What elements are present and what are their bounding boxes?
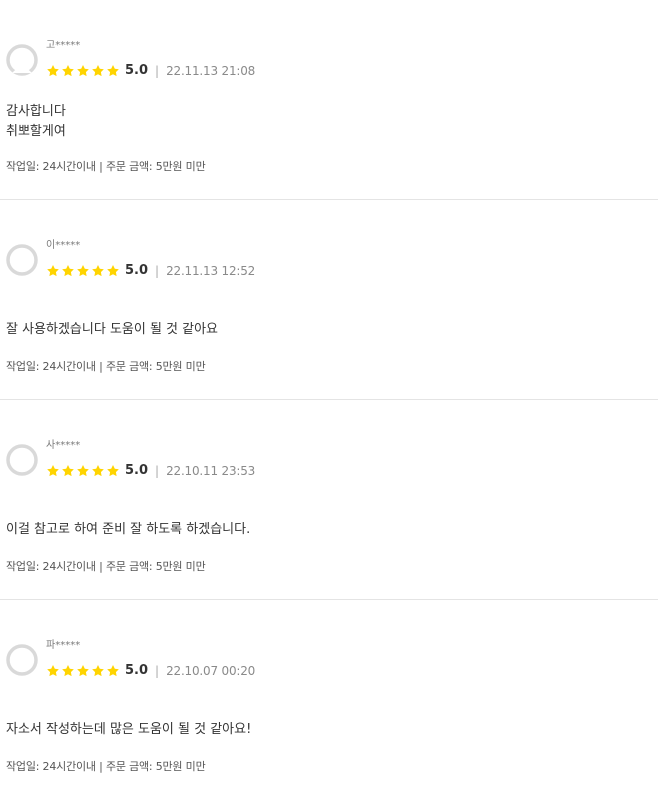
star-icon: [77, 465, 89, 477]
review-meta: 작업일: 24시간이내 | 주문 금액: 5만원 미만: [6, 560, 206, 573]
separator: |: [155, 264, 160, 278]
star-icon: [92, 665, 104, 677]
reviewer-name: 사*****: [46, 440, 81, 451]
review-meta: 작업일: 24시간이내 | 주문 금액: 5만원 미만: [6, 160, 206, 173]
star-icon: [92, 65, 104, 77]
review-text-line: 잘 사용하겠습니다 도움이 될 것 같아요: [6, 322, 219, 337]
review-date: 22.10.11 23:53: [166, 464, 256, 478]
default-avatar-icon[interactable]: [6, 444, 38, 476]
star-icon: [107, 65, 119, 77]
review-text: 자소서 작성하는데 많은 도움이 될 것 같아요!: [6, 720, 251, 740]
star-rating: [46, 64, 120, 78]
star-icon: [92, 465, 104, 477]
default-avatar-icon[interactable]: [6, 44, 38, 76]
star-icon: [107, 465, 119, 477]
rating-row: 5.0 | 22.10.11 23:53: [46, 463, 255, 479]
rating-score: 5.0: [125, 463, 149, 478]
star-icon: [62, 65, 74, 77]
review-header: 파***** 5.0 | 22.10.07 00:20: [46, 640, 255, 679]
default-avatar-icon[interactable]: [6, 244, 38, 276]
star-rating: [46, 464, 120, 478]
review-header: 사***** 5.0 | 22.10.11 23:53: [46, 440, 255, 479]
star-icon: [47, 465, 59, 477]
star-icon: [62, 465, 74, 477]
star-icon: [47, 265, 59, 277]
review-text: 잘 사용하겠습니다 도움이 될 것 같아요: [6, 320, 218, 340]
review-text: 감사합니다 취뽀할게여: [6, 102, 66, 142]
review-text-line: 취뽀할게여: [6, 124, 66, 139]
review-header: 이***** 5.0 | 22.11.13 12:52: [46, 240, 255, 279]
review-item: 고***** 5.0 | 22.11.13 21:08 감사합니다 취뽀할게여 …: [0, 0, 658, 200]
review-meta: 작업일: 24시간이내 | 주문 금액: 5만원 미만: [6, 360, 206, 373]
rating-row: 5.0 | 22.11.13 21:08: [46, 63, 255, 79]
reviewer-name: 이*****: [46, 240, 81, 251]
review-item: 사***** 5.0 | 22.10.11 23:53 이걸 참고로 하여 준비…: [0, 400, 658, 600]
review-text-line: 이걸 참고로 하여 준비 잘 하도록 하겠습니다.: [6, 522, 251, 537]
star-icon: [92, 265, 104, 277]
star-icon: [77, 665, 89, 677]
star-icon: [47, 665, 59, 677]
review-meta: 작업일: 24시간이내 | 주문 금액: 5만원 미만: [6, 760, 206, 773]
review-date: 22.11.13 21:08: [166, 64, 256, 78]
rating-score: 5.0: [125, 663, 149, 678]
review-text-line: 자소서 작성하는데 많은 도움이 될 것 같아요!: [6, 722, 252, 737]
star-icon: [77, 65, 89, 77]
rating-row: 5.0 | 22.11.13 12:52: [46, 263, 255, 279]
review-text-line: 감사합니다: [6, 104, 66, 119]
separator: |: [155, 64, 160, 78]
separator: |: [155, 664, 160, 678]
reviewer-name: 파*****: [46, 640, 81, 651]
star-icon: [62, 665, 74, 677]
reviewer-name: 고*****: [46, 40, 81, 51]
rating-score: 5.0: [125, 63, 149, 78]
star-icon: [47, 65, 59, 77]
star-icon: [107, 265, 119, 277]
rating-score: 5.0: [125, 263, 149, 278]
review-text: 이걸 참고로 하여 준비 잘 하도록 하겠습니다.: [6, 520, 250, 540]
review-date: 22.10.07 00:20: [166, 664, 256, 678]
rating-row: 5.0 | 22.10.07 00:20: [46, 663, 255, 679]
review-list: 고***** 5.0 | 22.11.13 21:08 감사합니다 취뽀할게여 …: [0, 0, 658, 800]
review-item: 파***** 5.0 | 22.10.07 00:20 자소서 작성하는데 많은…: [0, 600, 658, 800]
separator: |: [155, 464, 160, 478]
star-rating: [46, 664, 120, 678]
review-date: 22.11.13 12:52: [166, 264, 256, 278]
star-icon: [107, 665, 119, 677]
star-icon: [62, 265, 74, 277]
default-avatar-icon[interactable]: [6, 644, 38, 676]
review-header: 고***** 5.0 | 22.11.13 21:08: [46, 40, 255, 79]
star-rating: [46, 264, 120, 278]
star-icon: [77, 265, 89, 277]
review-item: 이***** 5.0 | 22.11.13 12:52 잘 사용하겠습니다 도움…: [0, 200, 658, 400]
